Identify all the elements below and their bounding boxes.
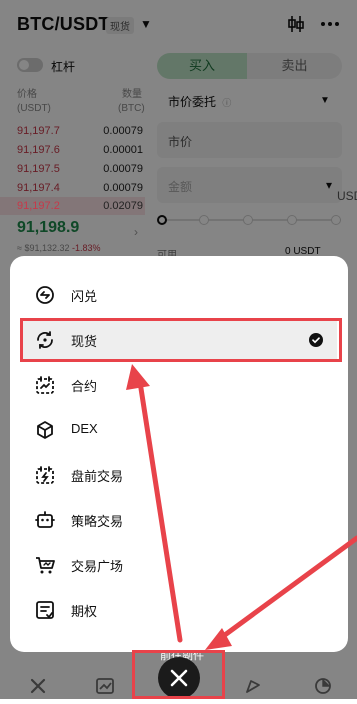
highlight-box-close: [132, 650, 225, 699]
annotation-arrows: [126, 364, 357, 650]
